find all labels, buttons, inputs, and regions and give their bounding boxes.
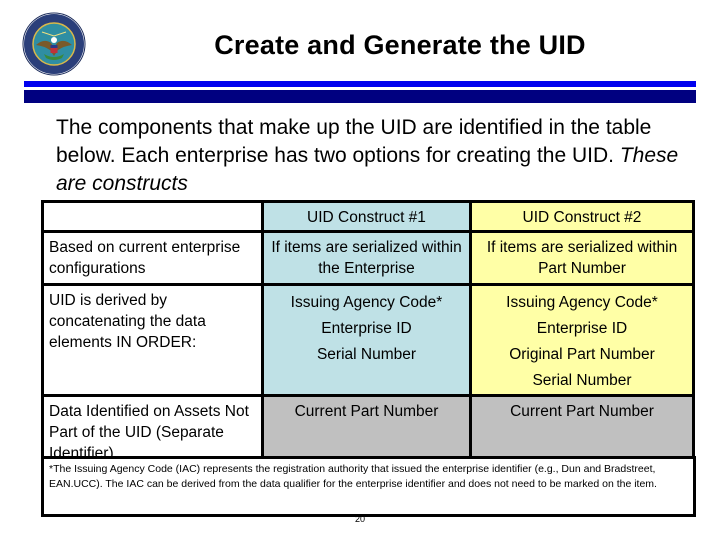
row-label-text: Based on current enterprise configuratio… — [49, 239, 241, 277]
construct-2-cell: Issuing Agency Code* Enterprise ID Origi… — [469, 283, 695, 397]
dod-seal-logo — [22, 12, 86, 76]
page-number: 20 — [354, 514, 365, 524]
uid-construct-table: UID Construct #1 UID Construct #2 Based … — [41, 200, 695, 468]
cell-text: If items are serialized within the Enter… — [271, 239, 462, 277]
footnote: *The Issuing Agency Code (IAC) represent… — [41, 456, 696, 517]
row-label-text: Data Identified on Assets Not Part of th… — [49, 403, 249, 462]
intro-paragraph: The components that make up the UID are … — [56, 114, 706, 198]
construct-1-cell: If items are serialized within the Enter… — [261, 230, 472, 286]
element-serial-number: Serial Number — [316, 346, 417, 363]
table-header-row: UID Construct #1 UID Construct #2 — [41, 200, 695, 233]
construct-1-cell: Issuing Agency Code* Enterprise ID Seria… — [261, 283, 472, 397]
header-divider-dark — [24, 90, 696, 103]
table-row: Based on current enterprise configuratio… — [41, 230, 695, 286]
element-issuing-agency-code: Issuing Agency Code* — [506, 294, 658, 311]
element-original-part-number: Original Part Number — [509, 346, 655, 363]
element-enterprise-id: Enterprise ID — [536, 320, 628, 337]
intro-text: The components that make up the UID are … — [56, 116, 652, 167]
cell-text: Current Part Number — [294, 403, 439, 420]
row-label: UID is derived by concatenating the data… — [41, 283, 264, 397]
element-enterprise-id: Enterprise ID — [321, 320, 412, 337]
seal-icon — [22, 12, 86, 76]
page-title: Create and Generate the UID — [214, 30, 586, 60]
row-label: Based on current enterprise configuratio… — [41, 230, 264, 286]
table-row: UID is derived by concatenating the data… — [41, 283, 695, 397]
row-label-text: UID is derived by concatenating the data… — [49, 292, 206, 351]
construct-2-cell: If items are serialized within Part Numb… — [469, 230, 695, 286]
header-divider-light — [24, 81, 696, 87]
header-cell-construct-2: UID Construct #2 — [469, 200, 695, 233]
element-issuing-agency-code: Issuing Agency Code* — [290, 294, 443, 311]
cell-text: If items are serialized within Part Numb… — [486, 239, 678, 277]
header-cell-construct-1: UID Construct #1 — [261, 200, 472, 233]
element-serial-number: Serial Number — [532, 372, 632, 389]
cell-text: Current Part Number — [510, 403, 654, 420]
header-cell-empty — [41, 200, 264, 233]
